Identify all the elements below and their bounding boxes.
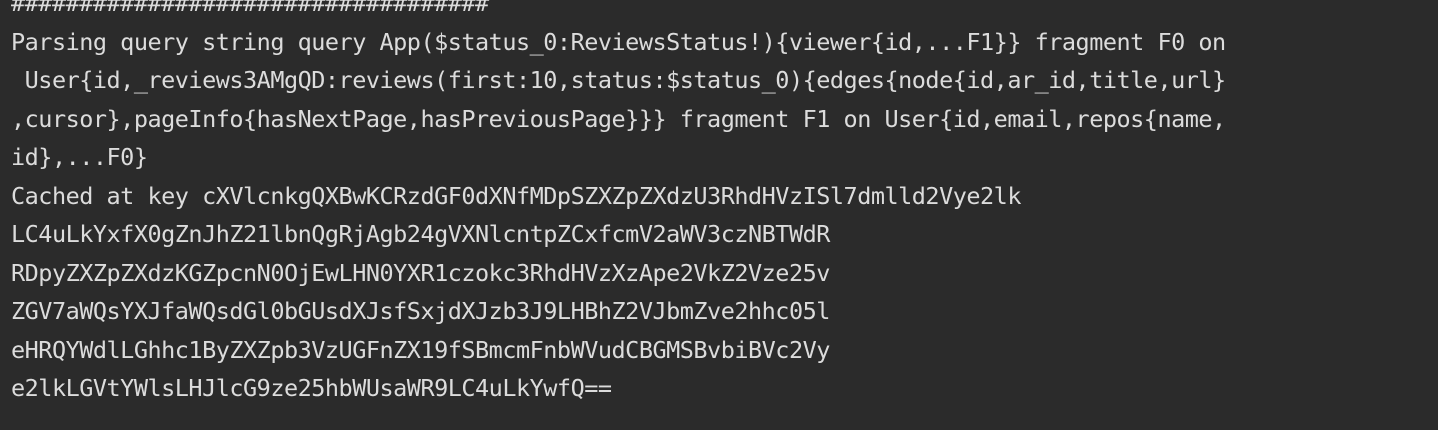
terminal-line-cache-key-continuation: LC4uLkYxfX0gZnJhZ21lbnQgRjAgb24gVXNlcntp… <box>11 220 830 248</box>
terminal-line-query-continuation: User{id,_reviews3AMgQD:reviews(first:10,… <box>11 66 1227 94</box>
terminal-line-cached-key: Cached at key cXVlcnkgQXBwKCRzdGF0dXNfMD… <box>11 181 1021 210</box>
terminal-line-hash-separator: ################################### <box>11 0 489 17</box>
terminal-line-query-continuation: ,cursor},pageInfo{hasNextPage,hasPreviou… <box>11 104 1226 133</box>
terminal-line-query-continuation: id},...F0} <box>11 143 148 171</box>
terminal-line-cache-key-continuation: RDpyZXZpZXdzKGZpcnN0OjEwLHN0YXR1czokc3Rh… <box>11 258 830 287</box>
terminal-output[interactable]: ################################### Pars… <box>0 0 1438 430</box>
terminal-line-parsing-query: Parsing query string query App($status_0… <box>11 27 1226 56</box>
terminal-line-cache-key-continuation: eHRQYWdlLGhhc1ByZXZpb3VzUGFnZX19fSBmcmFn… <box>11 335 830 364</box>
terminal-line-cache-key-continuation: ZGV7aWQsYXJfaWQsdGl0bGUsdXJsfSxjdXJzb3J9… <box>11 297 830 325</box>
terminal-line-cache-key-continuation: e2lkLGVtYWlsLHJlcG9ze25hbWUsaWR9LC4uLkYw… <box>11 374 612 402</box>
